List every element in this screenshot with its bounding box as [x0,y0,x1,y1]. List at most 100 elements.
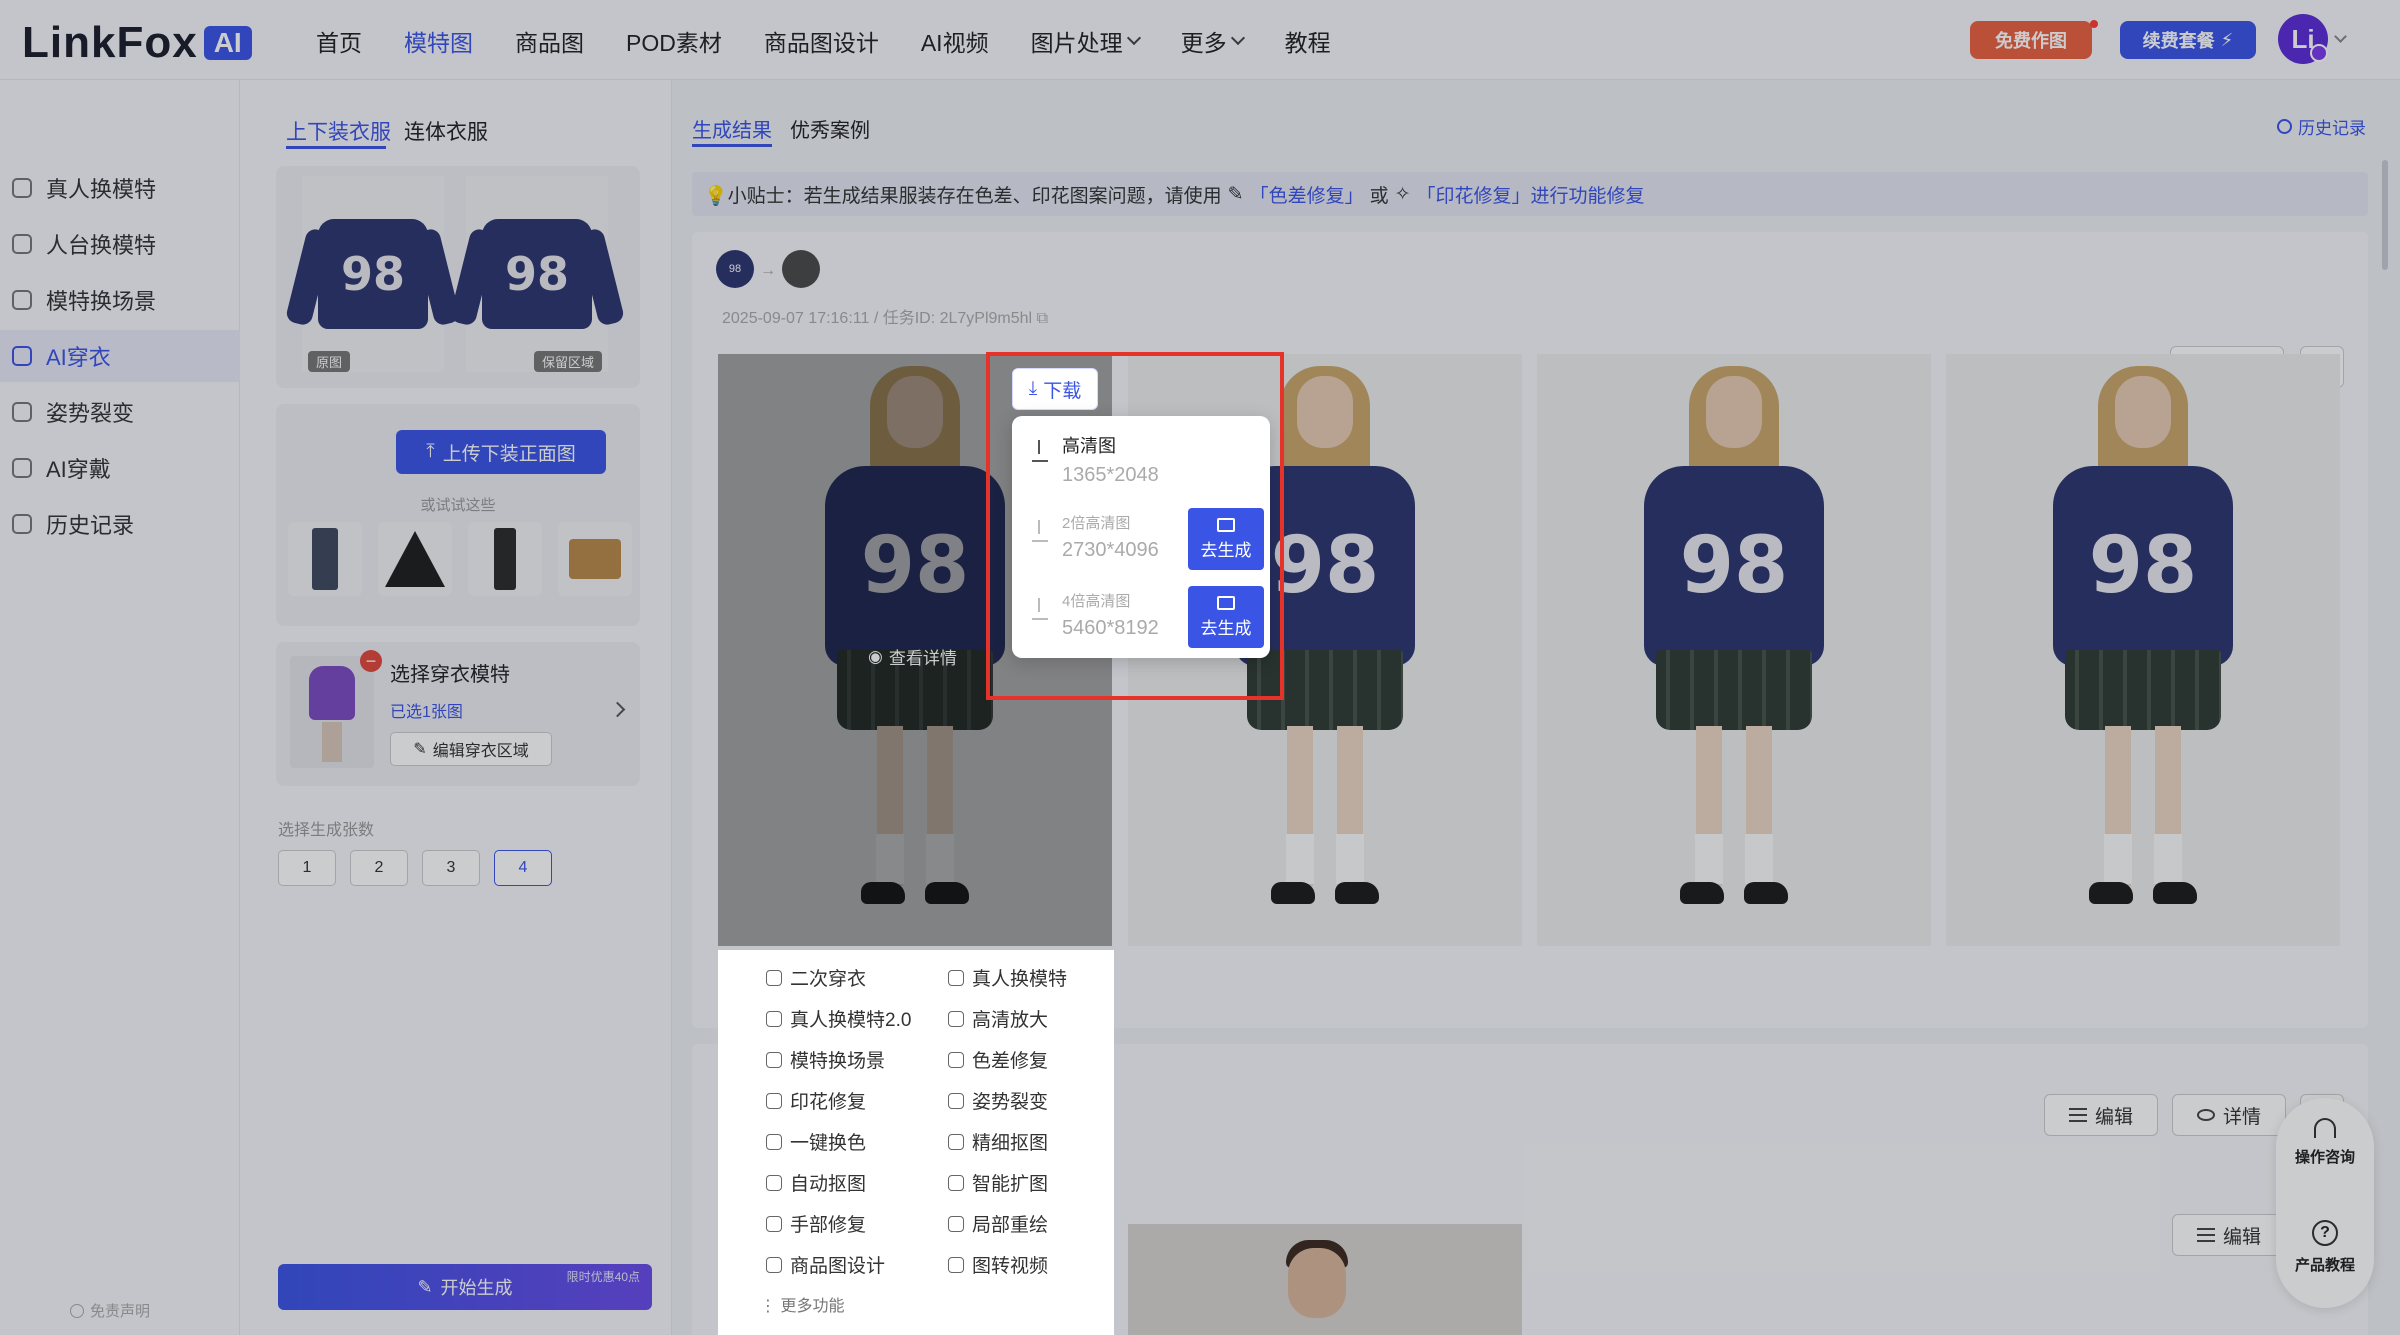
count-option-3[interactable]: 3 [422,850,480,886]
nav-tutorial[interactable]: 教程 [1285,24,1331,58]
func-real-model-swap[interactable]: 真人换模特 [948,964,1067,991]
nav-label: POD素材 [626,30,722,56]
func-color-fix[interactable]: 色差修复 [948,1046,1048,1073]
face [1706,376,1762,448]
sidebar-item-ai-accessory[interactable]: AI穿戴 [0,442,240,494]
sock [1745,834,1773,884]
sample-skirt[interactable] [378,522,452,596]
sidebar-item-scene-swap[interactable]: 模特换场景 [0,274,240,326]
func-label: 精细抠图 [972,1133,1049,1154]
func-recolor[interactable]: 一键换色 [766,1128,866,1155]
scrollbar[interactable] [2382,160,2388,270]
func-hand-fix[interactable]: 手部修复 [766,1210,866,1237]
free-draw-button[interactable]: 免费作图 [1970,21,2092,59]
sidebar-item-mannequin-swap[interactable]: 人台换模特 [0,218,240,270]
tab-showcase[interactable]: 优秀案例 [790,114,870,143]
edit-area-label: 编辑穿衣区域 [432,743,529,760]
nav-model-image[interactable]: 模特图 [404,24,473,58]
arrow-right-icon: → [760,262,776,279]
copy-icon[interactable]: ⧉ [1037,310,1048,327]
model-card[interactable]: − 选择穿衣模特 已选1张图 ✎ 编辑穿衣区域 [276,642,640,786]
wand-icon: ✎ [417,1276,433,1297]
sidebar-item-history[interactable]: 历史记录 [0,498,240,550]
func-image-to-video[interactable]: 图转视频 [948,1251,1048,1278]
nav-pod[interactable]: POD素材 [626,24,722,58]
mannequin-icon [12,234,32,254]
sweater-print: 98 [1644,466,1824,666]
func-print-fix[interactable]: 印花修复 [766,1087,866,1114]
sidebar-item-pose-variation[interactable]: 姿势裂变 [0,386,240,438]
detail-label: 详情 [2222,1106,2261,1128]
count-option-4[interactable]: 4 [494,850,552,886]
tab-results[interactable]: 生成结果 [692,114,772,143]
download-icon [1032,520,1048,542]
func-inpaint[interactable]: 局部重绘 [948,1210,1048,1237]
sidebar-item-ai-dressing[interactable]: AI穿衣 [0,330,240,382]
func-real-model-swap-2[interactable]: 真人换模特2.0 [766,1005,911,1032]
model-mini-thumb [782,250,820,288]
sample-jeans[interactable] [288,522,362,596]
model-thumbnail[interactable] [290,656,374,768]
accessory-icon [12,458,32,478]
func-label: 色差修复 [972,1051,1049,1072]
original-garment-image[interactable]: 98 原图 [302,176,444,372]
func-scene-swap[interactable]: 模特换场景 [766,1046,885,1073]
upload-bottom-button[interactable]: ⤒ 上传下装正面图 [396,430,606,474]
more-functions-link[interactable]: ⋮ 更多功能 [760,1292,844,1316]
view-detail-link[interactable]: ◉ 查看详情 [868,644,957,669]
nav-ai-video[interactable]: AI视频 [921,24,989,58]
count-option-1[interactable]: 1 [278,850,336,886]
func-product-design[interactable]: 商品图设计 [766,1251,885,1278]
count-option-2[interactable]: 2 [350,850,408,886]
tab-top-bottom-clothes[interactable]: 上下装衣服 [286,116,391,146]
logo[interactable]: LinkFox AI [22,18,252,68]
func-label: 手部修复 [790,1215,867,1236]
nav-product-image[interactable]: 商品图 [515,24,584,58]
pencil-icon: ✎ [413,741,427,758]
remove-model-icon[interactable]: − [360,650,382,672]
history-link[interactable]: 历史记录 [2277,114,2366,139]
result-image-man[interactable] [1128,1224,1522,1335]
nav-home[interactable]: 首页 [316,24,362,58]
skirt [1656,650,1812,730]
pose-icon [948,1092,964,1109]
start-generate-button[interactable]: ✎ 开始生成 限时优惠40点 [278,1264,652,1310]
download-option-hd[interactable]: 高清图 1365*2048 [1032,432,1159,487]
preserved-area-image[interactable]: 98 保留区域 [466,176,608,372]
func-upscale[interactable]: 高清放大 [948,1005,1048,1032]
edit-button[interactable]: 编辑 [2172,1214,2286,1256]
result-image-4[interactable]: 98 [1946,354,2340,946]
sidebar-item-real-model-swap[interactable]: 真人换模特 [0,162,240,214]
edit-button[interactable]: 编辑 [2044,1094,2158,1136]
func-smart-expand[interactable]: 智能扩图 [948,1169,1048,1196]
palette-icon: ✎ [1227,183,1244,205]
renew-plan-button[interactable]: 续费套餐 ⚡ [2120,21,2256,59]
product-tutorial-button[interactable]: ? 产品教程 [2276,1220,2374,1275]
func-fine-cutout[interactable]: 精细抠图 [948,1128,1048,1155]
chevron-right-icon[interactable] [609,701,626,718]
color-fix-link[interactable]: 「色差修复」 [1250,181,1364,208]
generate-2x-button[interactable]: 去生成 [1188,508,1264,570]
chevron-down-icon [1230,30,1245,46]
nav-product-design[interactable]: 商品图设计 [764,24,879,58]
result-image-3[interactable]: 98 [1537,354,1931,946]
generate-4x-button[interactable]: 去生成 [1188,586,1264,648]
print-fix-link[interactable]: 「印花修复」进行功能修复 [1417,181,1645,208]
func-redress[interactable]: 二次穿衣 [766,964,866,991]
palette-icon [948,1051,964,1068]
sample-shorts[interactable] [558,522,632,596]
nav-more[interactable]: 更多 [1181,24,1245,58]
download-button[interactable]: ⤓ 下载 [1012,368,1098,410]
scene-icon [12,290,32,310]
sock [2104,834,2132,884]
func-pose-variation[interactable]: 姿势裂变 [948,1087,1048,1114]
sample-trousers[interactable] [468,522,542,596]
edit-dress-area-button[interactable]: ✎ 编辑穿衣区域 [390,732,552,766]
operation-consult-button[interactable]: 操作咨询 [2276,1118,2374,1167]
func-auto-cutout[interactable]: 自动抠图 [766,1169,866,1196]
tab-onepiece-clothes[interactable]: 连体衣服 [404,116,488,146]
nav-image-processing[interactable]: 图片处理 [1031,24,1141,58]
chevron-down-icon[interactable] [2334,30,2347,43]
detail-button[interactable]: 详情 [2172,1094,2286,1136]
disclaimer-link[interactable]: 免责声明 [70,1300,150,1321]
